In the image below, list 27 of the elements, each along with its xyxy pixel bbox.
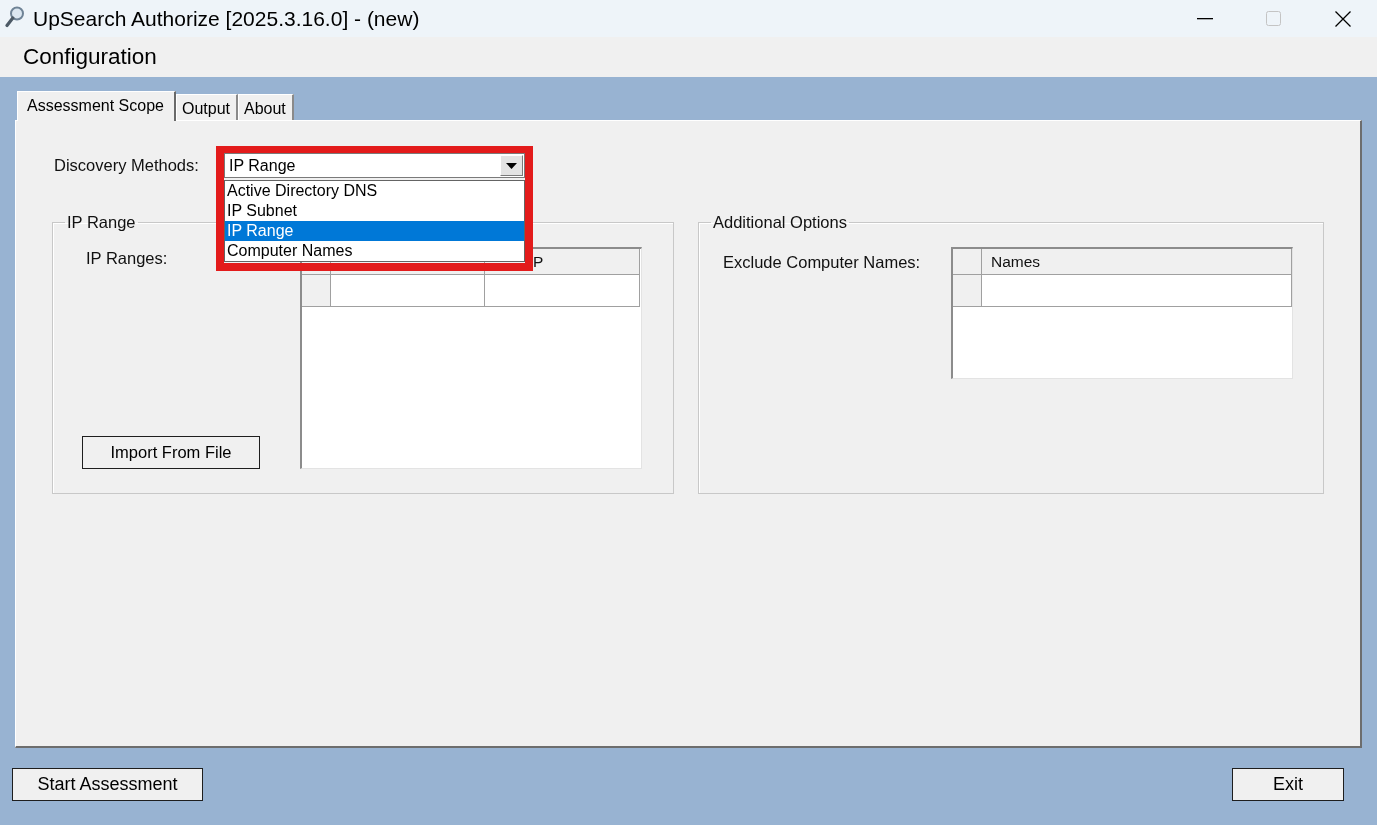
window-title: UpSearch Authorize [2025.3.16.0] - (new) bbox=[33, 6, 421, 31]
magnifier-icon bbox=[5, 5, 25, 28]
tab[interactable]: Output bbox=[175, 94, 238, 120]
caret-icon bbox=[506, 162, 517, 169]
start-button[interactable]: Start Assessment bbox=[12, 768, 203, 801]
field-label: IP Ranges: bbox=[86, 249, 168, 267]
combo-box[interactable]: IP Range bbox=[224, 153, 525, 178]
import-button[interactable]: Import From File bbox=[82, 436, 260, 469]
close-icon bbox=[1334, 10, 1351, 27]
dropdown-option[interactable]: IP Range bbox=[225, 221, 524, 241]
row-header bbox=[302, 275, 331, 307]
table-cell[interactable] bbox=[331, 275, 485, 307]
table-cell[interactable] bbox=[982, 275, 1292, 307]
group-title: Additional Options bbox=[712, 213, 848, 231]
table-cell[interactable] bbox=[485, 275, 640, 307]
group-title: IP Range bbox=[66, 213, 137, 231]
exit-button[interactable]: Exit bbox=[1232, 768, 1344, 801]
tab[interactable]: About bbox=[238, 94, 294, 120]
tab[interactable]: Assessment Scope bbox=[17, 91, 176, 121]
header-corner bbox=[953, 249, 982, 275]
column-header: Names bbox=[982, 249, 1292, 275]
field-label: Exclude Computer Names: bbox=[723, 253, 921, 271]
row-header bbox=[953, 275, 982, 307]
menu-item[interactable]: Configuration bbox=[16, 43, 164, 71]
field-label: Discovery Methods: bbox=[54, 156, 200, 175]
minimize-icon bbox=[1196, 17, 1213, 20]
dropdown-button[interactable] bbox=[500, 155, 523, 176]
